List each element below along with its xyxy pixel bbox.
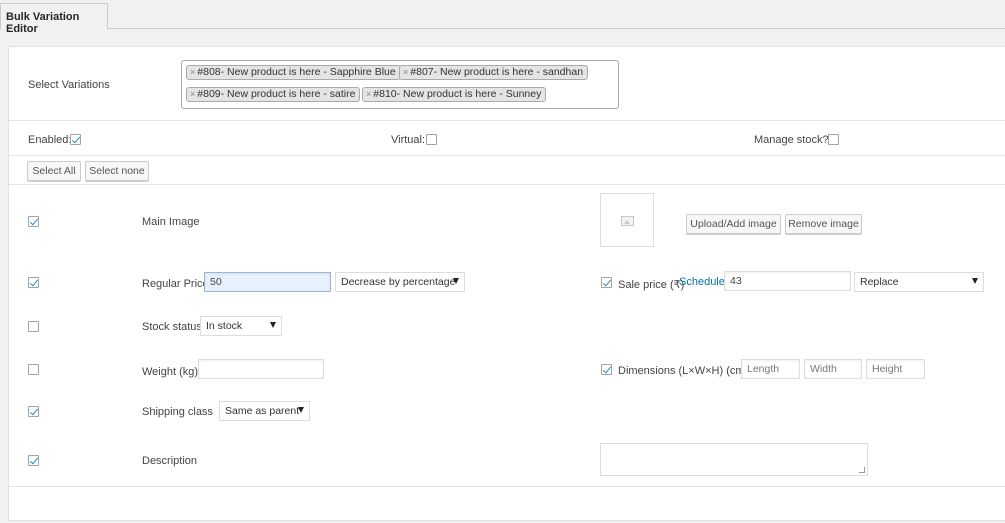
regular-price-input[interactable]: 50 [204, 272, 331, 292]
main-image-label: Main Image [142, 216, 200, 228]
sale-price-label: Sale price (₹) [618, 279, 685, 291]
select-none-button[interactable]: Select none [85, 161, 149, 181]
remove-chip-icon[interactable]: × [190, 89, 195, 99]
stock-status-label: Stock status [142, 321, 202, 333]
variation-chip[interactable]: × #810- New product is here - Sunney [362, 87, 547, 102]
dropdown-arrow-icon [270, 322, 276, 328]
manage-stock-checkbox[interactable] [828, 134, 839, 145]
shipping-class-checkbox[interactable] [28, 406, 39, 417]
variation-chip[interactable]: × #807- New product is here - sandhan [399, 65, 589, 80]
regular-price-label: Regular Price [142, 278, 209, 290]
stock-status-select[interactable]: In stock [200, 316, 282, 336]
shipping-class-select[interactable]: Same as parent [219, 401, 310, 421]
enabled-checkbox[interactable] [70, 134, 81, 145]
regular-price-checkbox[interactable] [28, 277, 39, 288]
remove-chip-icon[interactable]: × [190, 67, 195, 77]
dropdown-arrow-icon [298, 407, 304, 413]
remove-image-button[interactable]: Remove image [785, 214, 862, 234]
sale-price-input[interactable]: 43 [724, 271, 851, 291]
dimensions-checkbox[interactable] [601, 364, 612, 375]
bulk-editor-panel: Select Variations × #808- New product is … [8, 46, 1005, 521]
main-image-preview[interactable] [600, 193, 654, 247]
schedule-link[interactable]: Schedule [679, 276, 725, 288]
regular-price-mode-select[interactable]: Decrease by percentage [335, 272, 465, 292]
upload-image-button[interactable]: Upload/Add image [686, 214, 781, 234]
weight-checkbox[interactable] [28, 364, 39, 375]
enabled-label: Enabled: [28, 134, 72, 146]
select-all-button[interactable]: Select All [27, 161, 81, 181]
sale-price-mode-select[interactable]: Replace [854, 272, 984, 292]
width-input[interactable]: Width [804, 359, 862, 379]
virtual-label: Virtual: [391, 134, 426, 146]
variations-multiselect[interactable]: × #808- New product is here - Sapphire Bl… [181, 60, 619, 109]
dimensions-label: Dimensions (L×W×H) (cm) [618, 365, 749, 377]
image-placeholder-icon [621, 216, 634, 226]
description-checkbox[interactable] [28, 455, 39, 466]
main-image-checkbox[interactable] [28, 216, 39, 227]
resize-grip-icon[interactable] [859, 467, 865, 473]
remove-chip-icon[interactable]: × [403, 67, 408, 77]
length-input[interactable]: Length [741, 359, 800, 379]
shipping-class-label: Shipping class [142, 406, 213, 418]
dropdown-arrow-icon [972, 278, 978, 284]
sale-price-checkbox[interactable] [601, 277, 612, 288]
weight-input[interactable] [198, 359, 324, 379]
virtual-checkbox[interactable] [426, 134, 437, 145]
dropdown-arrow-icon [453, 278, 459, 284]
weight-label: Weight (kg) [142, 366, 199, 378]
divider [9, 155, 1005, 156]
manage-stock-label: Manage stock?: [754, 134, 832, 146]
variation-chip[interactable]: × #809- New product is here - satire [186, 87, 361, 102]
select-variations-label: Select Variations [28, 79, 110, 91]
height-input[interactable]: Height [866, 359, 925, 379]
description-textarea[interactable] [600, 443, 868, 476]
divider [9, 184, 1005, 185]
tab-bar: Bulk Variation Editor [0, 0, 1005, 35]
variation-chip[interactable]: × #808- New product is here - Sapphire Bl… [186, 65, 401, 80]
tab-bulk-variation-editor[interactable]: Bulk Variation Editor [0, 3, 108, 35]
divider [9, 120, 1005, 121]
description-label: Description [142, 455, 198, 467]
stock-status-checkbox[interactable] [28, 321, 39, 332]
remove-chip-icon[interactable]: × [366, 89, 371, 99]
divider [9, 486, 1005, 487]
